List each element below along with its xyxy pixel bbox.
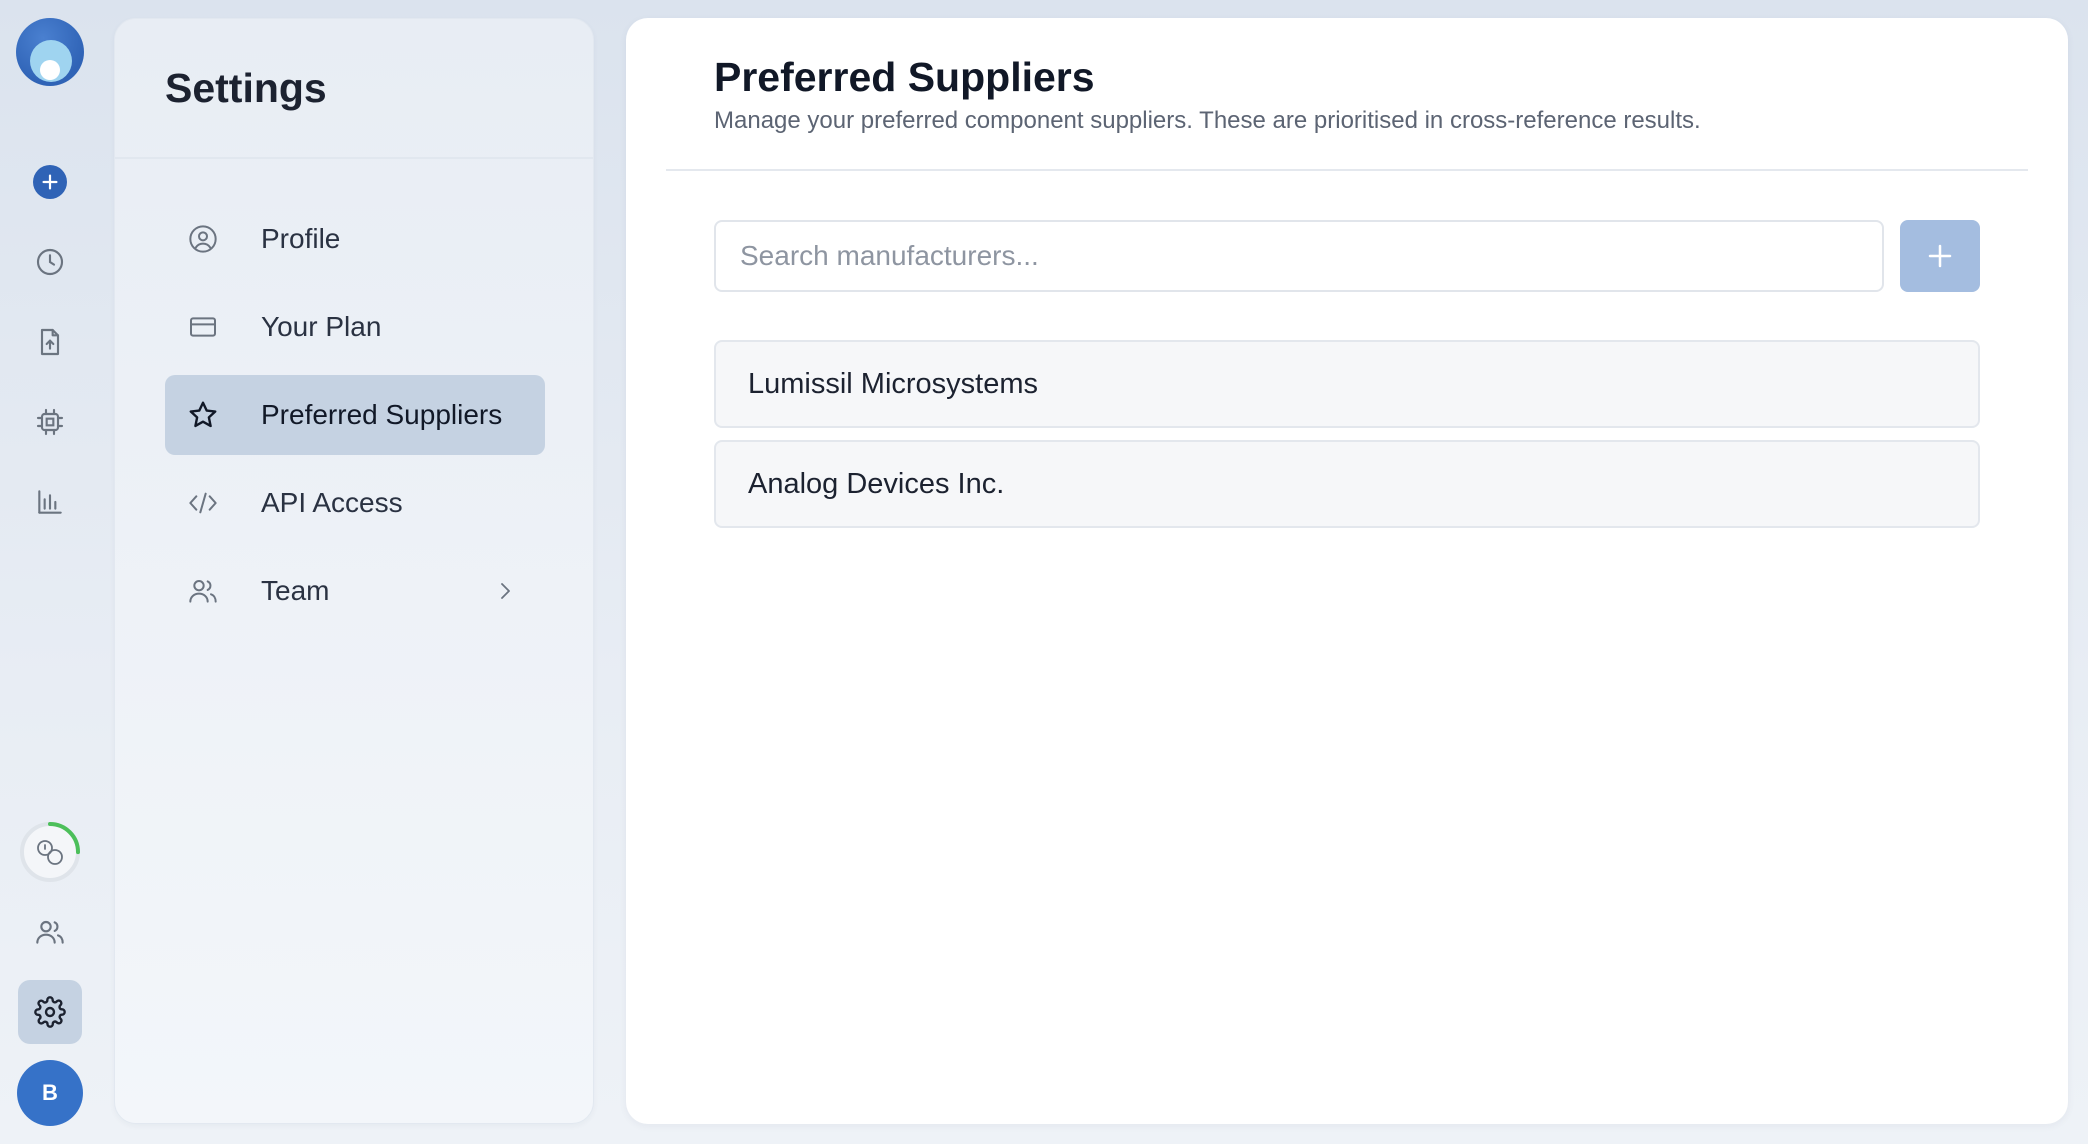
analytics-button[interactable] <box>18 470 82 534</box>
usage-progress-button[interactable] <box>18 820 82 884</box>
credit-card-icon <box>187 311 219 343</box>
nav-label-profile: Profile <box>261 223 341 254</box>
history-button[interactable] <box>18 230 82 294</box>
nav-label-api-access: API Access <box>261 487 403 518</box>
user-circle-icon <box>187 223 219 255</box>
gear-icon <box>34 996 66 1028</box>
supplier-list: Lumissil Microsystems Analog Devices Inc… <box>714 340 1980 540</box>
settings-title: Settings <box>165 65 327 111</box>
users-icon <box>36 920 64 944</box>
nav-item-your-plan[interactable]: Your Plan <box>165 287 545 367</box>
app-rail: B <box>0 0 100 1144</box>
nav-label-your-plan: Your Plan <box>261 311 382 342</box>
bar-chart-icon <box>38 490 62 514</box>
file-upload-icon <box>40 328 60 356</box>
plus-icon <box>42 174 58 190</box>
new-search-button[interactable] <box>33 165 67 199</box>
plus-icon <box>1928 244 1952 268</box>
app-logo[interactable] <box>16 18 84 86</box>
page-header: Preferred Suppliers Manage your preferre… <box>666 18 2028 171</box>
nav-item-team[interactable]: Team <box>165 551 545 631</box>
components-button[interactable] <box>18 390 82 454</box>
team-button[interactable] <box>18 900 82 964</box>
page-title: Preferred Suppliers <box>714 54 1095 100</box>
list-item[interactable]: Lumissil Microsystems <box>714 340 1980 428</box>
settings-panel: Settings Profile Your Plan Preferred Sup… <box>114 18 594 1124</box>
nav-item-preferred-suppliers[interactable]: Preferred Suppliers <box>165 375 545 455</box>
supplier-name: Lumissil Microsystems <box>748 367 1039 400</box>
settings-button[interactable] <box>18 980 82 1044</box>
chevron-right-icon <box>501 583 510 599</box>
nav-label-team: Team <box>261 575 330 606</box>
settings-nav: Profile Your Plan Preferred Suppliers AP… <box>165 199 545 639</box>
usage-progress-icon <box>20 822 80 882</box>
supplier-name: Analog Devices Inc. <box>748 467 1005 500</box>
search-manufacturers-input[interactable] <box>714 220 1884 292</box>
page-subtitle: Manage your preferred component supplier… <box>714 107 1701 134</box>
add-supplier-button[interactable] <box>1900 220 1980 292</box>
main-content: Preferred Suppliers Manage your preferre… <box>626 18 2068 1124</box>
avatar-initial: B <box>42 1080 58 1105</box>
star-icon <box>187 399 219 431</box>
nav-item-profile[interactable]: Profile <box>165 199 545 279</box>
logo-dot <box>40 60 60 80</box>
nav-label-preferred-suppliers: Preferred Suppliers <box>261 399 503 430</box>
code-icon <box>187 487 219 519</box>
list-item[interactable]: Analog Devices Inc. <box>714 440 1980 528</box>
users-icon <box>187 575 219 607</box>
user-avatar[interactable]: B <box>17 1060 83 1126</box>
upload-button[interactable] <box>18 310 82 374</box>
nav-item-api-access[interactable]: API Access <box>165 463 545 543</box>
chip-icon <box>36 408 64 436</box>
settings-header: Settings <box>115 19 593 159</box>
clock-icon <box>36 248 64 276</box>
